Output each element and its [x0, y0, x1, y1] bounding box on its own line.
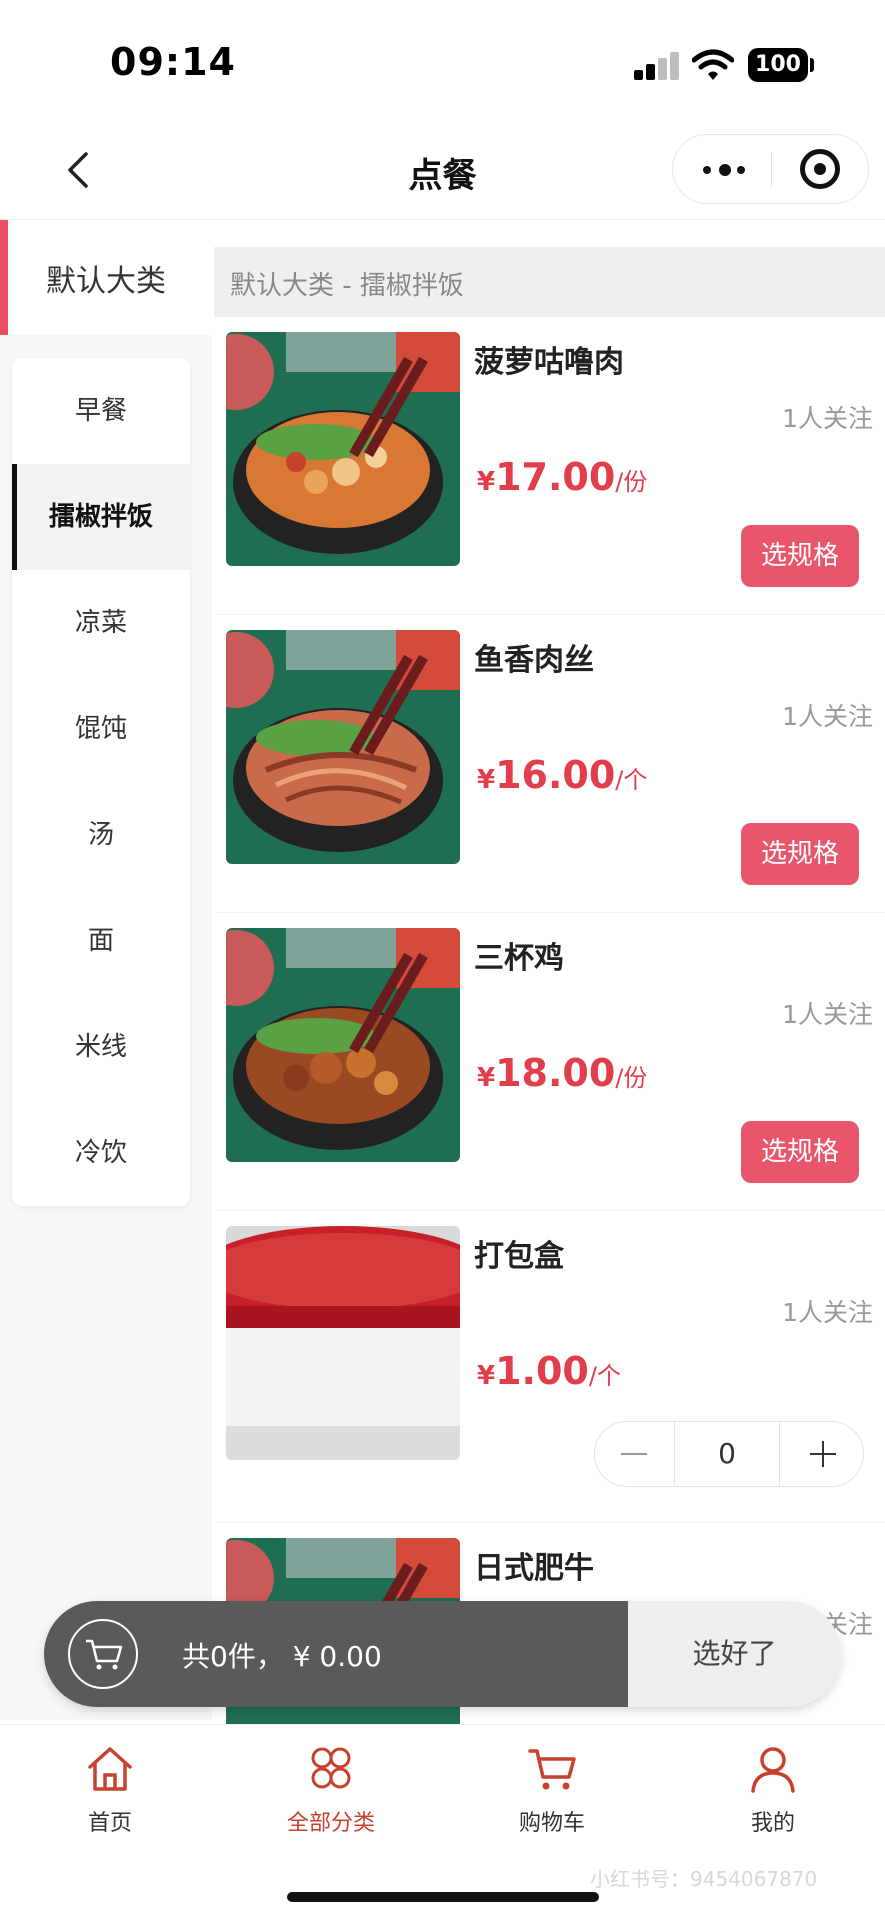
tab-home-label: 首页: [87, 1811, 132, 1836]
product-item[interactable]: 鱼香肉丝 1人关注 ¥16.00/个 选规格: [214, 615, 885, 913]
tab-all-categories[interactable]: 全部分类: [256, 1743, 406, 1863]
battery-icon: 100: [748, 48, 808, 82]
target-icon: [800, 149, 840, 189]
user-icon: [751, 1747, 795, 1793]
home-indicator[interactable]: [287, 1892, 599, 1902]
subcategory-pepper-rice[interactable]: 擂椒拌饭: [12, 464, 190, 570]
follow-count: 1人关注: [782, 702, 873, 731]
food-bowl-image: [226, 928, 460, 1162]
subcategory-noodles[interactable]: 面: [12, 888, 190, 994]
subcategory-wonton[interactable]: 馄饨: [12, 676, 190, 782]
price-value: 17.00: [495, 455, 616, 499]
product-price: ¥1.00/个: [477, 1349, 621, 1393]
price-currency: ¥: [477, 1063, 496, 1093]
cart-bar: 共0件， ¥ 0.00 选好了: [44, 1601, 841, 1707]
increase-button[interactable]: [779, 1422, 865, 1486]
subcategory-cold-drinks[interactable]: 冷饮: [12, 1100, 190, 1206]
select-spec-button[interactable]: 选规格: [741, 823, 859, 885]
tab-all-categories-label: 全部分类: [286, 1811, 375, 1836]
nav-bar: 点餐: [0, 120, 885, 220]
price-currency: ¥: [477, 765, 496, 795]
follow-count: 1人关注: [782, 1000, 873, 1029]
price-unit: /份: [615, 1064, 648, 1092]
more-button[interactable]: [673, 135, 771, 203]
product-item[interactable]: 打包盒 1人关注 ¥1.00/个 0: [214, 1211, 885, 1523]
subcategory-rice-noodles[interactable]: 米线: [12, 994, 190, 1100]
more-dots-icon: [703, 164, 747, 176]
category-breadcrumb: 默认大类 - 擂椒拌饭: [214, 247, 885, 317]
cart-summary-text: 共0件， ¥ 0.00: [182, 1640, 382, 1673]
price-currency: ¥: [477, 467, 496, 497]
checkout-button[interactable]: 选好了: [628, 1601, 841, 1707]
category-sidebar: 默认大类 早餐 擂椒拌饭 凉菜 馄饨 汤 面 米线 冷饮: [0, 220, 212, 1720]
subcategory-list: 早餐 擂椒拌饭 凉菜 馄饨 汤 面 米线 冷饮: [12, 358, 190, 1206]
food-bowl-image: [226, 332, 460, 566]
breadcrumb-text: 默认大类 - 擂椒拌饭: [230, 271, 464, 301]
subcategory-breakfast[interactable]: 早餐: [12, 358, 190, 464]
price-value: 18.00: [495, 1051, 616, 1095]
price-unit: /个: [588, 1362, 621, 1390]
tab-cart[interactable]: 购物车: [477, 1743, 627, 1863]
categories-icon: [311, 1747, 351, 1789]
follow-count: 1人关注: [782, 404, 873, 433]
price-value: 1.00: [495, 1349, 589, 1393]
wifi-icon: [692, 49, 734, 80]
product-price: ¥17.00/份: [477, 455, 647, 499]
product-name: 鱼香肉丝: [474, 643, 594, 678]
product-name: 菠萝咕噜肉: [474, 345, 624, 380]
home-icon: [88, 1747, 132, 1791]
product-name: 打包盒: [474, 1239, 564, 1274]
subcategory-soup[interactable]: 汤: [12, 782, 190, 888]
cart-icon: [68, 1619, 138, 1689]
battery-tip: [810, 58, 814, 72]
cart-summary-area[interactable]: 共0件， ¥ 0.00: [44, 1601, 628, 1707]
follow-count: 1人关注: [782, 1298, 873, 1327]
decrease-button[interactable]: [595, 1422, 675, 1486]
status-bar: 09:14 100: [0, 0, 885, 120]
status-time: 09:14: [110, 40, 236, 84]
tab-profile[interactable]: 我的: [698, 1743, 848, 1863]
product-price: ¥16.00/个: [477, 753, 647, 797]
subcategory-cold-dishes[interactable]: 凉菜: [12, 570, 190, 676]
mini-program-capsule: [672, 134, 869, 204]
quantity-stepper: 0: [594, 1421, 864, 1487]
select-spec-button[interactable]: 选规格: [741, 1121, 859, 1183]
product-item[interactable]: 菠萝咕噜肉 1人关注 ¥17.00/份 选规格: [214, 317, 885, 615]
product-list: 菠萝咕噜肉 1人关注 ¥17.00/份 选规格 鱼香肉丝 1人关注 ¥16.00…: [214, 317, 885, 1821]
takeout-box-image: [226, 1226, 460, 1460]
price-unit: /个: [615, 766, 648, 794]
watermark-text: 小红书号：9454067870: [590, 1867, 818, 1891]
tab-cart-label: 购物车: [518, 1811, 585, 1836]
select-spec-button[interactable]: 选规格: [741, 525, 859, 587]
cart-icon: [528, 1749, 576, 1790]
price-currency: ¥: [477, 1361, 496, 1391]
price-unit: /份: [615, 468, 648, 496]
tab-profile-label: 我的: [750, 1811, 795, 1836]
product-price: ¥18.00/份: [477, 1051, 647, 1095]
quantity-value[interactable]: 0: [675, 1422, 779, 1486]
bottom-tab-bar: 首页 全部分类 购物车 我的 小红书号：9454067870: [0, 1724, 885, 1919]
tab-home[interactable]: 首页: [35, 1743, 185, 1863]
price-value: 16.00: [495, 753, 616, 797]
product-name: 日式肥牛: [474, 1551, 594, 1586]
top-category[interactable]: 默认大类: [0, 220, 212, 335]
product-item[interactable]: 三杯鸡 1人关注 ¥18.00/份 选规格: [214, 913, 885, 1211]
food-bowl-image: [226, 630, 460, 864]
close-mini-program-button[interactable]: [772, 135, 870, 203]
cellular-signal-icon: [634, 52, 680, 80]
top-category-label: 默认大类: [46, 264, 166, 299]
product-name: 三杯鸡: [474, 941, 564, 976]
